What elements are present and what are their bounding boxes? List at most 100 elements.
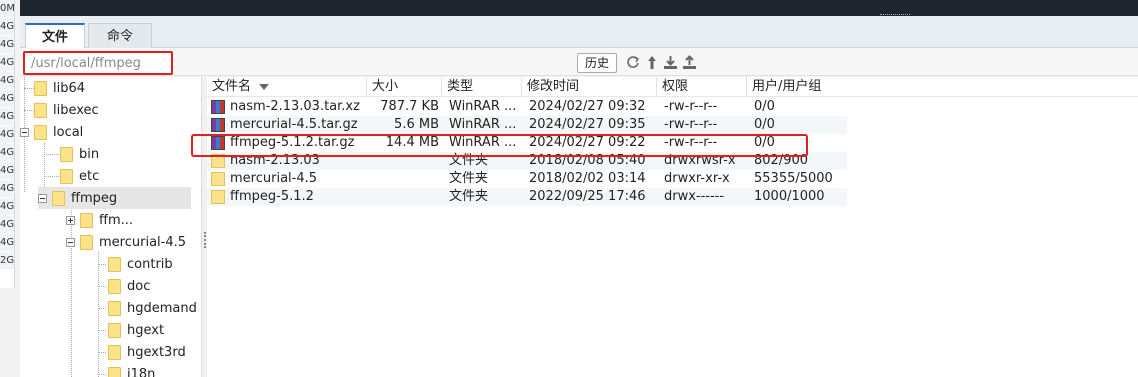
folder-icon bbox=[211, 190, 225, 204]
highlight-annotation bbox=[191, 134, 808, 157]
tree-item-hgdemand[interactable]: hgdemand bbox=[108, 297, 201, 319]
file-perm: -rw-r--r-- bbox=[664, 117, 718, 132]
directory-tree: lib64 libexec local bin etc ffmpeg ffm..… bbox=[20, 77, 201, 377]
file-list: 文件名 大小 类型 修改时间 权限 用户/用户组 nasm-2.13.03.ta… bbox=[207, 77, 1138, 377]
file-mtime: 2024/02/27 09:32 bbox=[529, 99, 646, 114]
column-header-size[interactable]: 大小 bbox=[367, 77, 442, 97]
strip-item: 4G bbox=[0, 18, 14, 36]
expand-icon[interactable] bbox=[66, 215, 75, 225]
tree-item-label: local bbox=[53, 124, 84, 140]
folder-icon bbox=[108, 256, 121, 272]
tree-item-local[interactable]: local bbox=[20, 121, 199, 143]
tree-item-contrib[interactable]: contrib bbox=[108, 253, 199, 275]
column-header-perm[interactable]: 权限 bbox=[657, 77, 747, 97]
strip-item: 4G bbox=[0, 198, 14, 216]
tab-files[interactable]: 文件 bbox=[25, 23, 85, 48]
column-header-owner[interactable]: 用户/用户组 bbox=[747, 77, 847, 97]
refresh-icon[interactable] bbox=[625, 54, 640, 70]
file-perm: drwxr-xr-x bbox=[664, 171, 730, 186]
tree-item-ffmpeg-src[interactable]: ffm... bbox=[66, 209, 199, 231]
tree-item-libexec[interactable]: libexec bbox=[34, 99, 199, 121]
tree-item-hgext[interactable]: hgext bbox=[108, 319, 199, 341]
folder-icon bbox=[60, 168, 73, 184]
file-owner: 1000/1000 bbox=[754, 189, 825, 204]
tree-item-doc[interactable]: doc bbox=[108, 275, 199, 297]
file-owner: 0/0 bbox=[754, 99, 775, 114]
tree-item-label: etc bbox=[79, 168, 100, 184]
folder-icon bbox=[211, 172, 225, 186]
file-mtime: 2024/02/27 09:35 bbox=[529, 117, 646, 132]
table-row[interactable]: mercurial-4.5 文件夹 2018/02/02 03:14 drwxr… bbox=[207, 170, 847, 188]
folder-icon bbox=[108, 300, 121, 316]
terminal-strip bbox=[20, 0, 1138, 16]
tree-item-label: bin bbox=[79, 146, 100, 162]
strip-item: 2G bbox=[0, 252, 14, 270]
folder-icon bbox=[34, 124, 47, 140]
tree-item-label: lib64 bbox=[53, 80, 86, 96]
column-header-name[interactable]: 文件名 bbox=[207, 77, 367, 97]
file-size: 787.7 KB bbox=[380, 99, 439, 114]
strip-item: 4G bbox=[0, 234, 14, 252]
tree-item-label: hgext3rd bbox=[127, 344, 186, 360]
table-row[interactable]: nasm-2.13.03.tar.xz 787.7 KB WinRAR ... … bbox=[207, 98, 847, 116]
tree-item-label: contrib bbox=[127, 256, 173, 272]
splitter-grip bbox=[204, 232, 206, 248]
tree-item-i18n[interactable]: i18n bbox=[108, 363, 199, 377]
folder-icon bbox=[34, 80, 47, 96]
tree-item-label: i18n bbox=[127, 366, 156, 377]
folder-icon bbox=[34, 102, 47, 118]
table-row[interactable]: mercurial-4.5.tar.gz 5.6 MB WinRAR ... 2… bbox=[207, 116, 847, 134]
tree-item-hgext3rd[interactable]: hgext3rd bbox=[108, 341, 199, 363]
upload-file-icon[interactable] bbox=[682, 54, 697, 70]
tree-item-label: libexec bbox=[53, 102, 99, 118]
collapse-icon[interactable] bbox=[20, 127, 29, 137]
folder-icon bbox=[80, 234, 93, 250]
history-button[interactable]: 历史 bbox=[577, 53, 617, 73]
strip-item: 4G bbox=[0, 180, 14, 198]
tab-commands[interactable]: 命令 bbox=[88, 23, 152, 48]
folder-icon bbox=[108, 366, 121, 377]
strip-item: 4G bbox=[0, 216, 14, 234]
file-type: 文件夹 bbox=[449, 189, 489, 204]
file-name: mercurial-4.5.tar.gz bbox=[230, 117, 358, 132]
path-bar: /usr/local/ffmpeg 历史 bbox=[20, 48, 1138, 76]
tree-item-etc[interactable]: etc bbox=[60, 165, 199, 187]
strip-item: 0M bbox=[0, 0, 14, 18]
column-header-mtime[interactable]: 修改时间 bbox=[522, 77, 657, 97]
folder-icon bbox=[108, 278, 121, 294]
file-mtime: 2018/02/02 03:14 bbox=[529, 171, 646, 186]
file-name: ffmpeg-5.1.2 bbox=[230, 189, 314, 204]
table-row[interactable]: ffmpeg-5.1.2 文件夹 2022/09/25 17:46 drwx--… bbox=[207, 188, 847, 206]
file-name: nasm-2.13.03.tar.xz bbox=[230, 99, 360, 114]
tree-item-mercurial[interactable]: mercurial-4.5 bbox=[66, 231, 199, 253]
path-input-value: /usr/local/ffmpeg bbox=[31, 56, 141, 71]
archive-icon bbox=[211, 118, 225, 132]
strip-item: 4G bbox=[0, 108, 14, 126]
strip-item: 4G bbox=[0, 36, 14, 54]
file-mtime: 2022/09/25 17:46 bbox=[529, 189, 646, 204]
folder-icon bbox=[80, 212, 93, 228]
download-icon[interactable] bbox=[663, 54, 678, 70]
tree-item-label: hgdemand bbox=[127, 300, 197, 316]
folder-icon bbox=[52, 190, 65, 206]
column-header-type[interactable]: 类型 bbox=[442, 77, 522, 97]
tree-item-bin[interactable]: bin bbox=[60, 143, 199, 165]
tree-item-label: ffm... bbox=[99, 212, 134, 228]
tree-item-lib64[interactable]: lib64 bbox=[34, 77, 199, 99]
path-input[interactable]: /usr/local/ffmpeg bbox=[23, 51, 173, 75]
file-perm: -rw-r--r-- bbox=[664, 99, 718, 114]
strip-item: 4G bbox=[0, 126, 14, 144]
toolbar-icons bbox=[625, 54, 697, 70]
file-type: WinRAR ... bbox=[449, 99, 517, 114]
tree-item-ffmpeg[interactable]: ffmpeg bbox=[38, 187, 191, 209]
strip-item: 4G bbox=[0, 144, 14, 162]
strip-item: 4G bbox=[0, 54, 14, 72]
sort-desc-icon bbox=[259, 83, 270, 90]
strip-item: 4G bbox=[0, 162, 14, 180]
folder-icon bbox=[108, 322, 121, 338]
collapse-icon[interactable] bbox=[66, 237, 75, 247]
collapse-icon[interactable] bbox=[38, 193, 47, 203]
file-size: 5.6 MB bbox=[394, 117, 439, 132]
tree-item-label: doc bbox=[127, 278, 151, 294]
upload-icon[interactable] bbox=[644, 54, 659, 70]
